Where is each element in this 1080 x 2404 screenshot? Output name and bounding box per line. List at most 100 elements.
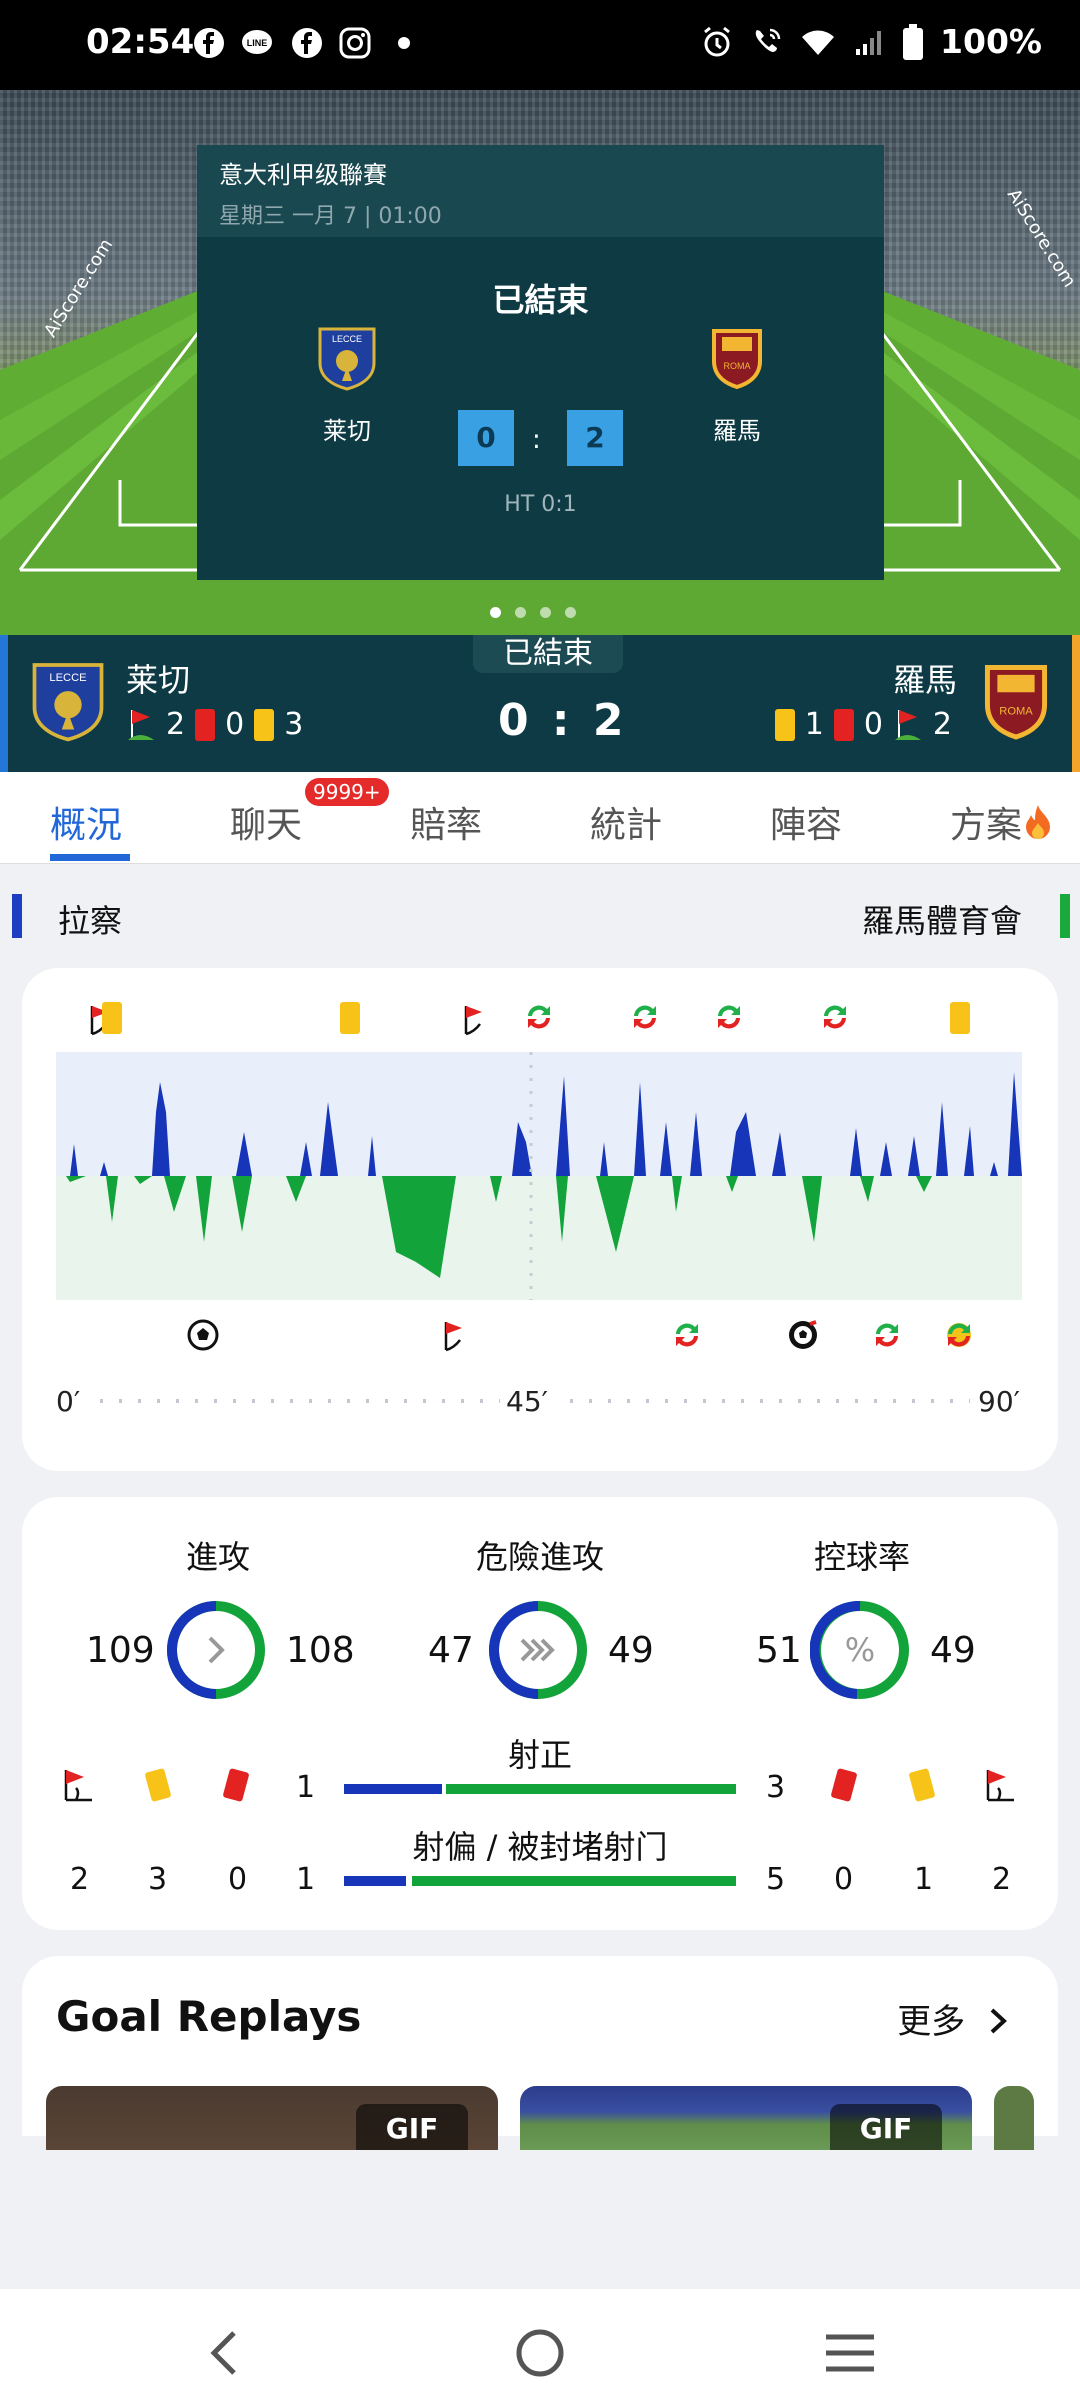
alarm-icon xyxy=(704,26,730,56)
away-corners-count: 2 xyxy=(992,1862,1012,1897)
battery-percent: 100% xyxy=(940,22,1042,61)
tab-chat[interactable]: 聊天 xyxy=(230,796,302,848)
match-hero: AiScore.com AiScore.com 意大利甲级聯賽 星期三 一月 7… xyxy=(0,90,1080,635)
possession-donut: % xyxy=(810,1600,909,1699)
match-status: 已結束 xyxy=(492,281,589,319)
back-icon[interactable] xyxy=(206,2329,240,2377)
match-status: 已結束 xyxy=(473,635,623,673)
away-shots-off-target: 5 xyxy=(766,1862,786,1897)
svg-text:ROMA: ROMA xyxy=(999,706,1033,718)
line-icon: LINE xyxy=(242,30,272,54)
tab-bar: 概況 聊天 賠率 統計 陣容 方案 xyxy=(0,772,1080,864)
svg-text:LINE: LINE xyxy=(247,38,268,48)
home-attacks: 109 xyxy=(86,1630,155,1671)
timeline-mid-label: 45′ xyxy=(506,1385,548,1418)
carousel-dot[interactable] xyxy=(565,607,576,618)
corner-flag-icon xyxy=(894,709,921,740)
home-pressure-area xyxy=(56,1052,1022,1176)
carousel-dots[interactable] xyxy=(490,607,576,618)
timeline-end-label: 90′ xyxy=(978,1385,1020,1418)
gif-badge: GIF xyxy=(830,2104,942,2150)
momentum-chart xyxy=(56,1052,1022,1300)
away-team[interactable]: ROMA 羅馬 xyxy=(677,325,797,446)
home-icon[interactable] xyxy=(514,2327,566,2379)
tab-plans[interactable]: 方案 xyxy=(950,796,1054,848)
tab-stats[interactable]: 統計 xyxy=(590,796,662,848)
substitution-icon xyxy=(528,1005,550,1029)
away-team-name: 羅馬 xyxy=(713,417,761,445)
roma-crest-icon: ROMA xyxy=(984,665,1048,740)
active-tab-indicator xyxy=(50,854,130,861)
shots-off-target-bar xyxy=(344,1876,736,1886)
replay-thumbnail[interactable]: GIF xyxy=(46,2086,498,2150)
away-yellow-cards: 1 xyxy=(804,707,824,742)
tab-lineup[interactable]: 陣容 xyxy=(770,796,842,848)
away-corners: 2 xyxy=(932,707,952,742)
recents-icon[interactable] xyxy=(824,2333,876,2373)
team-row: 拉察 羅馬體育會 xyxy=(0,880,1080,952)
instagram-icon xyxy=(339,27,371,59)
home-score: 0 xyxy=(458,410,514,466)
away-shots-on-target: 3 xyxy=(766,1770,786,1805)
away-attacks: 108 xyxy=(286,1630,355,1671)
away-red-count: 0 xyxy=(834,1862,854,1897)
corner-flag-icon xyxy=(986,1770,1014,1802)
home-red-cards: 0 xyxy=(225,707,245,742)
score-separator: : xyxy=(532,425,541,455)
match-summary-bar: 已結束 LECCE 莱切 2 0 3 0 : 2 羅馬 1 0 2 ROMA xyxy=(0,635,1080,772)
home-color-marker xyxy=(12,894,22,938)
attacks-donut xyxy=(167,1601,265,1699)
home-corners: 2 xyxy=(166,707,186,742)
shots-on-target-bar xyxy=(344,1784,736,1794)
system-nav-bar xyxy=(0,2289,1080,2404)
lecce-crest-icon: LECCE xyxy=(318,327,376,391)
halftime-score: HT 0:1 xyxy=(504,492,577,517)
timeline-dots xyxy=(570,1399,970,1403)
possession-title: 控球率 xyxy=(813,1538,910,1576)
percent-icon: % xyxy=(845,1631,875,1669)
away-team-name: 羅馬 xyxy=(892,661,957,699)
home-team[interactable]: LECCE 莱切 xyxy=(287,325,407,446)
wifi-call-icon xyxy=(755,28,781,52)
lecce-crest-icon: LECCE xyxy=(32,663,104,742)
away-color-marker xyxy=(1060,894,1070,938)
final-score: 0 : 2 xyxy=(498,695,628,746)
match-card[interactable]: 意大利甲级聯賽 星期三 一月 7 | 01:00 已結束 LECCE 莱切 0 … xyxy=(197,145,884,580)
away-red-cards: 0 xyxy=(863,707,883,742)
timeline-start-label: 0′ xyxy=(56,1385,81,1418)
home-stats: 2 0 3 xyxy=(126,707,303,742)
corner-flag-icon xyxy=(464,1006,482,1036)
away-team-fullname: 羅馬體育會 xyxy=(861,902,1022,940)
yellow-card-icon xyxy=(950,1002,970,1034)
home-team-name: 莱切 xyxy=(323,417,371,445)
away-yellow-count: 1 xyxy=(914,1862,934,1897)
red-card-icon xyxy=(831,1768,857,1802)
replay-thumbnail[interactable]: GIF xyxy=(520,2086,972,2150)
red-card-icon xyxy=(833,708,854,741)
yellow-card-icon xyxy=(254,708,275,741)
substitution-icon xyxy=(876,1323,898,1347)
carousel-dot[interactable] xyxy=(490,607,501,618)
replay-thumbnail[interactable] xyxy=(994,2086,1034,2150)
away-dangerous-attacks: 49 xyxy=(608,1630,654,1671)
carousel-dot[interactable] xyxy=(540,607,551,618)
gif-badge: GIF xyxy=(356,2104,468,2150)
home-dangerous-attacks: 47 xyxy=(428,1630,474,1671)
corner-flag-icon xyxy=(444,1322,462,1352)
home-possession: 51 xyxy=(756,1630,802,1671)
substitution-icon xyxy=(718,1005,740,1029)
status-bar: 02:54 LINE 100% xyxy=(0,0,1080,90)
more-link[interactable]: 更多 xyxy=(897,1994,1012,2043)
tab-overview[interactable]: 概況 xyxy=(50,796,122,848)
dot-icon xyxy=(398,37,410,49)
svg-text:ROMA: ROMA xyxy=(724,361,751,371)
carousel-dot[interactable] xyxy=(515,607,526,618)
tab-odds[interactable]: 賠率 xyxy=(410,796,482,848)
wifi-icon xyxy=(802,30,835,55)
battery-icon xyxy=(903,23,924,60)
away-score: 2 xyxy=(567,410,623,466)
yellow-card-icon xyxy=(340,1002,360,1034)
chevron-right-icon xyxy=(208,1636,225,1664)
match-date: 星期三 一月 7 | 01:00 xyxy=(219,204,442,229)
yellow-card-icon xyxy=(909,1768,935,1802)
